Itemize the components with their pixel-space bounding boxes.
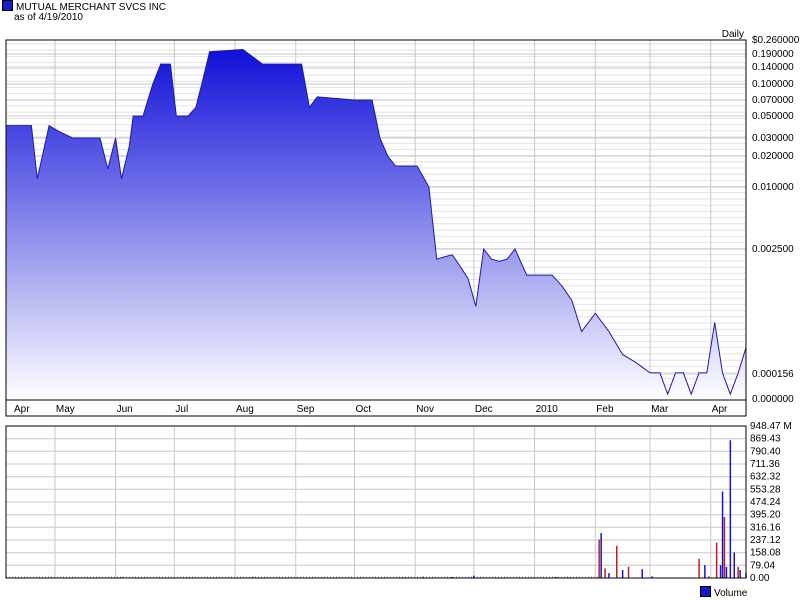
volume-tick-label: 316.16	[750, 522, 781, 533]
x-tick-label: Apr	[14, 404, 30, 415]
volume-tick-label: 948.47 M	[750, 421, 792, 432]
volume-tick-label: 158.08	[750, 548, 781, 559]
x-tick-label: Aug	[236, 404, 254, 415]
volume-tick-label: 0.00	[750, 573, 770, 584]
stock-chart: Daily $0.260000 0.190000 0.140000 0.100000 0.…	[5, 29, 800, 584]
volume-bar	[739, 570, 741, 578]
volume-bar	[725, 566, 728, 578]
volume-tick-label: 553.28	[750, 484, 781, 495]
volume-tick-label: 869.43	[750, 434, 781, 445]
x-tick-label: Jul	[175, 404, 188, 415]
volume-bar	[733, 552, 735, 578]
x-tick-label: Oct	[356, 404, 372, 415]
volume-bar	[627, 566, 630, 578]
volume-tick-label: 79.04	[750, 560, 775, 571]
price-tick-label: 0.050000	[752, 111, 794, 122]
x-tick-label: Feb	[596, 404, 614, 415]
price-panel: Daily $0.260000 0.190000 0.140000 0.100000 0.…	[5, 29, 800, 417]
price-tick-label: 0.010000	[752, 182, 794, 193]
volume-bar	[737, 566, 739, 578]
price-tick-label: 0.030000	[752, 133, 794, 144]
volume-tick-label: 474.24	[750, 497, 781, 508]
price-tick-label: 0.070000	[752, 95, 794, 106]
volume-bar	[641, 569, 643, 578]
volume-tick-label: 711.36	[750, 459, 780, 470]
volume-bar	[600, 533, 602, 578]
volume-bar	[704, 565, 706, 578]
volume-bar	[616, 545, 618, 578]
price-tick-label: $0.260000	[752, 35, 800, 46]
x-tick-label: May	[56, 404, 75, 415]
volume-bar	[719, 565, 722, 578]
volume-tick-label: 790.40	[750, 446, 781, 457]
price-tick-label: 0.020000	[752, 151, 794, 162]
volume-swatch-icon	[700, 586, 711, 597]
x-tick-label: 2010	[536, 404, 559, 415]
price-tick-label: 0.190000	[752, 49, 794, 60]
volume-bar	[721, 491, 724, 578]
volume-bar	[598, 539, 600, 578]
price-tick-label: 0.140000	[752, 62, 794, 73]
volume-tick-label: 632.32	[750, 472, 781, 483]
x-tick-label: Jun	[117, 404, 133, 415]
x-tick-label: Apr	[712, 404, 728, 415]
price-tick-label: 0.000000	[752, 394, 794, 405]
price-tick-label: 0.002500	[752, 244, 794, 255]
x-tick-label: Mar	[651, 404, 669, 415]
volume-panel: 948.47 M 869.43790.40 711.36 632.32553.28 47…	[5, 421, 792, 584]
price-tick-label: 0.000156	[752, 369, 794, 380]
volume-legend-label: Volume	[714, 588, 748, 599]
volume-legend: Volume	[700, 586, 747, 599]
volume-bar	[604, 568, 606, 578]
volume-bar	[608, 573, 610, 578]
frequency-label: Daily	[722, 29, 744, 40]
x-tick-label: Nov	[416, 404, 434, 415]
x-tick-label: Dec	[475, 404, 493, 415]
volume-bar	[621, 570, 624, 578]
volume-bar	[729, 440, 732, 578]
volume-bar	[698, 558, 700, 578]
volume-tick-label: 237.12	[750, 535, 781, 546]
x-tick-label: Sep	[297, 404, 315, 415]
volume-bar	[715, 542, 718, 578]
volume-tick-label: 395.20	[750, 510, 781, 521]
price-tick-label: 0.100000	[752, 79, 794, 90]
volume-bar	[723, 517, 726, 578]
